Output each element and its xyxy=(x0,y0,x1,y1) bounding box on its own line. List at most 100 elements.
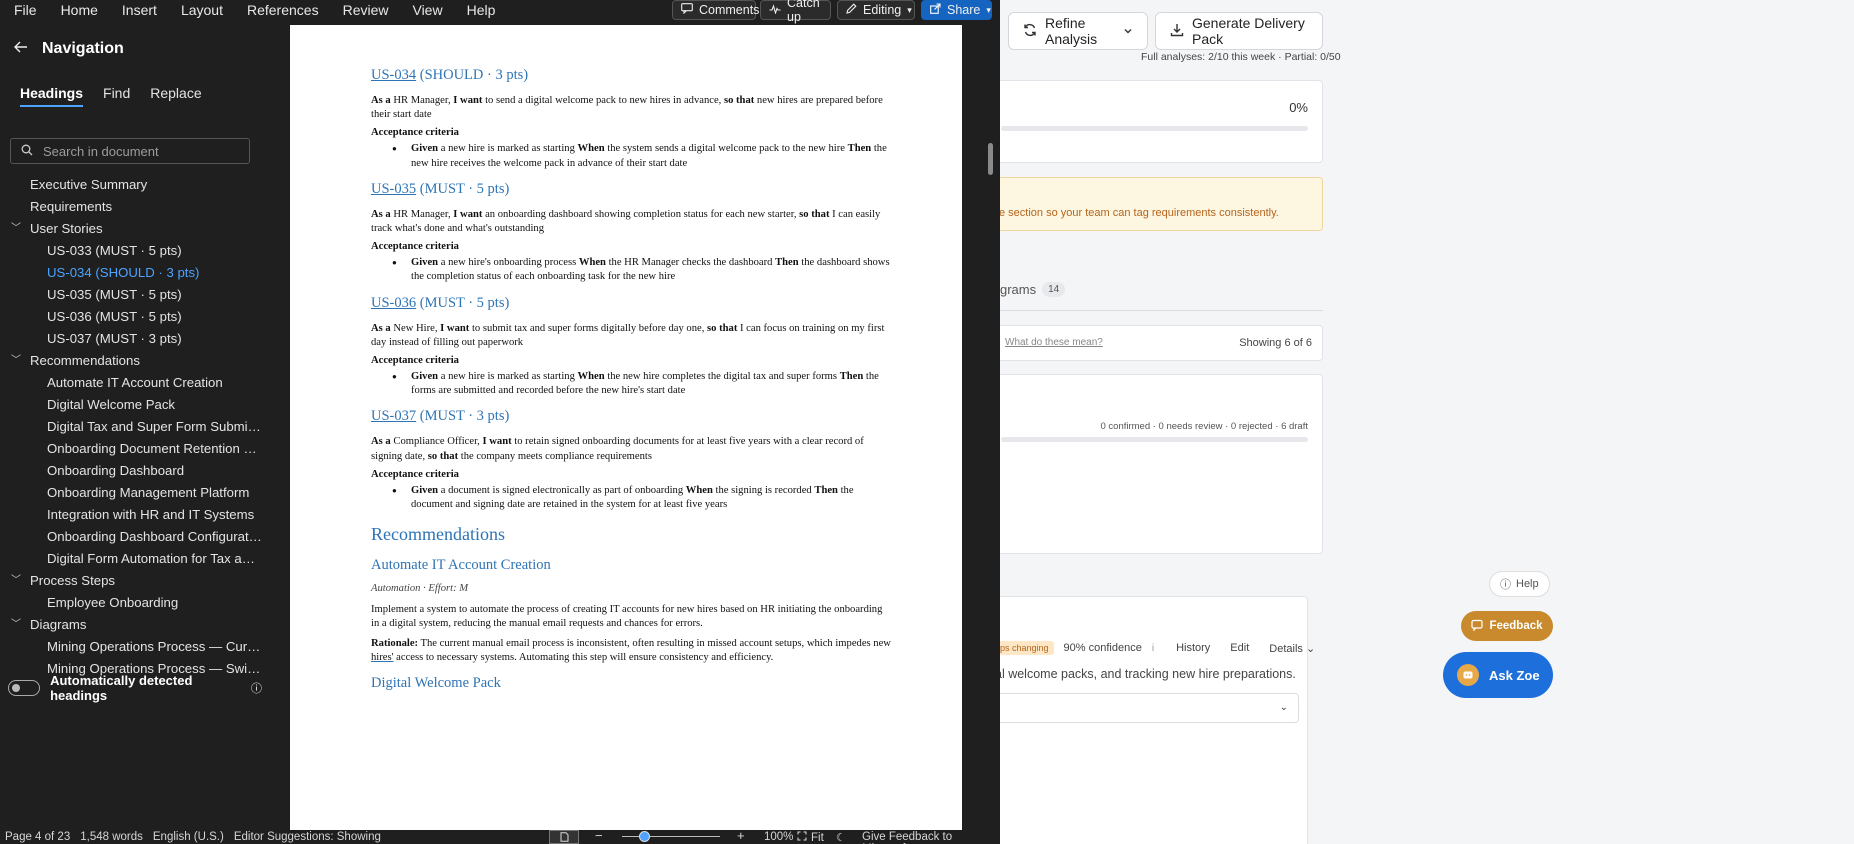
story-want: an onboarding dashboard showing completi… xyxy=(482,208,797,220)
nav-heading-item-selected[interactable]: US-034 (SHOULD · 3 pts) xyxy=(0,262,262,284)
nav-heading-item[interactable]: Digital Welcome Pack xyxy=(0,394,262,416)
zoom-level[interactable]: 100% xyxy=(764,831,793,843)
status-bar: Page 4 of 23 1,548 words English (U.S.) … xyxy=(0,828,1000,844)
nav-heading-item[interactable]: Employee Onboarding xyxy=(0,592,262,614)
tab-find[interactable]: Find xyxy=(103,85,130,107)
generate-delivery-pack-button[interactable]: Generate Delivery Pack xyxy=(1155,12,1323,50)
nav-heading-item[interactable]: Integration with HR and IT Systems xyxy=(0,504,262,526)
zoom-in-icon[interactable]: + xyxy=(737,828,745,843)
info-icon[interactable]: ⓘ xyxy=(251,680,262,696)
refine-analysis-button[interactable]: Refine Analysis xyxy=(1008,12,1148,50)
editing-mode-button[interactable]: Editing ▾ xyxy=(837,0,915,20)
nav-heading-item[interactable]: Onboarding Management Platform xyxy=(0,482,262,504)
tab-replace[interactable]: Replace xyxy=(150,85,201,107)
recommendation-title[interactable]: Digital Welcome Pack xyxy=(371,675,891,692)
menu-insert[interactable]: Insert xyxy=(110,0,169,20)
nav-heading-item[interactable]: Onboarding Dashboard Configuration xyxy=(0,526,262,548)
nav-heading-item[interactable]: US-037 (MUST · 3 pts) xyxy=(0,328,262,350)
ask-zoe-button[interactable]: Ask Zoe xyxy=(1443,652,1553,698)
moon-icon[interactable]: ☾ xyxy=(836,831,846,844)
nav-heading-item[interactable]: US-033 (MUST · 5 pts) xyxy=(0,240,262,262)
menu-file[interactable]: File xyxy=(0,0,49,20)
rationale-hires: hires' xyxy=(371,651,394,663)
nav-heading-item[interactable]: ﹀ User Stories xyxy=(0,218,262,240)
back-arrow-icon[interactable] xyxy=(14,40,28,58)
auto-headings-toggle[interactable] xyxy=(8,680,41,696)
chevron-down-icon[interactable]: ﹀ xyxy=(11,570,23,592)
details-button[interactable]: Details ⌄ xyxy=(1269,642,1315,655)
pencil-icon xyxy=(846,3,857,17)
nav-heading-item[interactable]: Automate IT Account Creation xyxy=(0,372,262,394)
chevron-down-icon[interactable]: ﹀ xyxy=(11,350,23,372)
feedback-button[interactable]: Feedback xyxy=(1461,611,1553,641)
chevron-down-icon: ⌄ xyxy=(1305,642,1316,655)
recommendation-title[interactable]: Automate IT Account Creation xyxy=(371,557,891,574)
zoom-slider-thumb[interactable] xyxy=(639,831,650,842)
share-button[interactable]: Share ▾ xyxy=(921,0,992,20)
page-count[interactable]: Page 4 of 23 xyxy=(0,831,75,843)
chevron-down-icon[interactable]: ﹀ xyxy=(11,218,23,240)
editor-suggestions[interactable]: Editor Suggestions: Showing xyxy=(229,831,386,843)
kw-given: Given xyxy=(411,143,439,155)
help-label: Help xyxy=(1516,578,1539,590)
acceptance-criterion[interactable]: Given a new hire is marked as starting W… xyxy=(371,370,891,398)
nav-heading-item[interactable]: Digital Form Automation for Tax and... xyxy=(0,548,262,570)
nav-heading-item[interactable]: US-035 (MUST · 5 pts) xyxy=(0,284,262,306)
nav-heading-item[interactable]: ﹀ Process Steps xyxy=(0,570,262,592)
menu-review[interactable]: Review xyxy=(331,0,401,20)
story-text[interactable]: As a HR Manager, I want to send a digita… xyxy=(371,94,891,122)
fit-button[interactable]: Fit xyxy=(797,831,824,844)
menu-home[interactable]: Home xyxy=(49,0,110,20)
give-feedback-link[interactable]: Give Feedback to Microsoft xyxy=(862,831,1000,844)
acceptance-criterion[interactable]: Given a document is signed electronicall… xyxy=(371,484,891,512)
comments-button[interactable]: Comments xyxy=(672,0,759,20)
story-heading[interactable]: US-034 (SHOULD · 3 pts) xyxy=(371,67,891,84)
story-heading[interactable]: US-035 (MUST · 5 pts) xyxy=(371,181,891,198)
recommendation-body[interactable]: Implement a system to automate the proce… xyxy=(371,603,891,631)
nav-heading-item[interactable]: ﹀ Diagrams xyxy=(0,614,262,636)
nav-heading-item[interactable]: US-036 (MUST · 5 pts) xyxy=(0,306,262,328)
tab-headings[interactable]: Headings xyxy=(20,85,84,107)
nav-heading-item[interactable]: Executive Summary xyxy=(0,174,262,196)
menu-layout[interactable]: Layout xyxy=(169,0,235,20)
story-heading[interactable]: US-037 (MUST · 3 pts) xyxy=(371,408,891,425)
word-count[interactable]: 1,548 words xyxy=(75,831,148,843)
nav-heading-item[interactable]: Digital Tax and Super Form Submissi... xyxy=(0,416,262,438)
story-text[interactable]: As a New Hire, I want to submit tax and … xyxy=(371,322,891,350)
kw-when: When xyxy=(685,484,713,496)
recommendation-rationale[interactable]: Rationale: The current manual email proc… xyxy=(371,637,891,665)
navigation-title: Navigation xyxy=(42,40,124,57)
document-page[interactable]: US-034 (SHOULD · 3 pts) As a HR Manager,… xyxy=(290,25,962,830)
chevron-down-icon[interactable]: ﹀ xyxy=(11,614,23,636)
search-input[interactable]: Search in document xyxy=(10,138,250,164)
edit-button[interactable]: Edit xyxy=(1230,642,1249,654)
nav-heading-item[interactable]: Requirements xyxy=(0,196,262,218)
recommendations-heading[interactable]: Recommendations xyxy=(371,524,891,545)
scrollbar-thumb[interactable] xyxy=(988,143,993,175)
story-text[interactable]: As a Compliance Officer, I want to retai… xyxy=(371,435,891,463)
zoom-slider[interactable] xyxy=(622,831,720,842)
acceptance-criterion[interactable]: Given a new hire's onboarding process Wh… xyxy=(371,256,891,284)
menu-references[interactable]: References xyxy=(235,0,331,20)
history-button[interactable]: History xyxy=(1176,642,1210,654)
nav-heading-item[interactable]: Onboarding Document Retention an... xyxy=(0,438,262,460)
search-placeholder: Search in document xyxy=(43,143,159,159)
alert-text: e section so your team can tag requireme… xyxy=(1000,207,1279,219)
nav-heading-item[interactable]: ﹀ Recommendations xyxy=(0,350,262,372)
menu-view[interactable]: View xyxy=(400,0,454,20)
catch-up-button[interactable]: Catch up xyxy=(760,0,831,24)
vertical-scrollbar[interactable] xyxy=(985,25,995,830)
story-text[interactable]: As a HR Manager, I want an onboarding da… xyxy=(371,208,891,236)
tab-diagrams[interactable]: grams 14 xyxy=(1000,282,1066,297)
menu-help[interactable]: Help xyxy=(455,0,508,20)
acceptance-criterion[interactable]: Given a new hire is marked as starting W… xyxy=(371,142,891,170)
story-heading[interactable]: US-036 (MUST · 5 pts) xyxy=(371,295,891,312)
page-view-icon[interactable] xyxy=(549,830,579,844)
what-do-these-mean-link[interactable]: What do these mean? xyxy=(1005,337,1103,348)
nav-heading-item[interactable]: Mining Operations Process — Curre... xyxy=(0,636,262,658)
language[interactable]: English (U.S.) xyxy=(148,831,229,843)
help-button[interactable]: ⓘ Help xyxy=(1489,571,1550,597)
nav-heading-item[interactable]: Onboarding Dashboard xyxy=(0,460,262,482)
zoom-out-icon[interactable]: − xyxy=(595,828,603,843)
collapse-field[interactable]: ⌄ xyxy=(1000,693,1299,723)
